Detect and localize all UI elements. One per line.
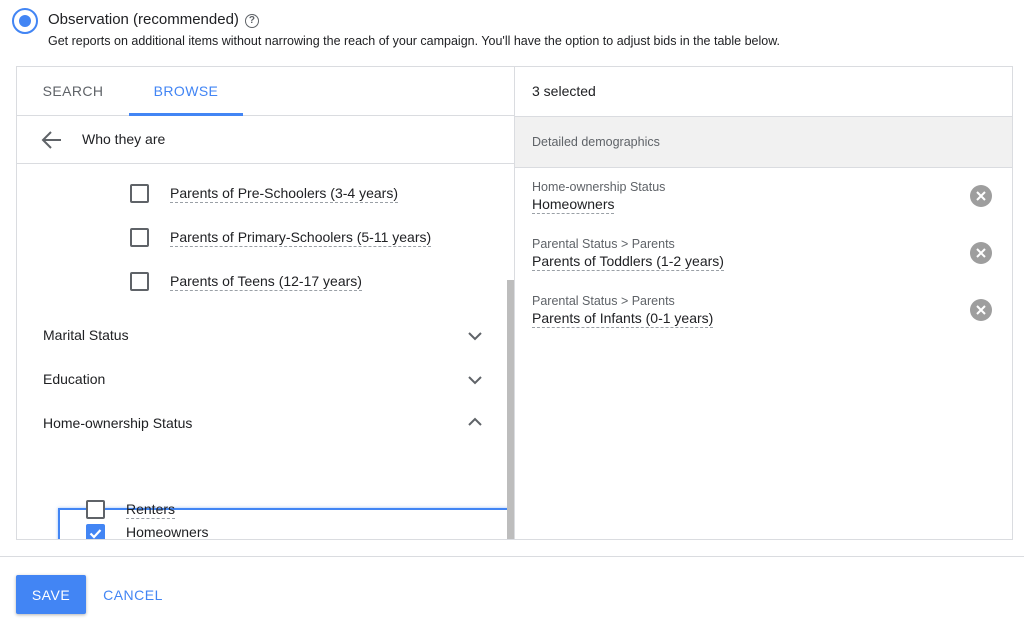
chevron-up-icon[interactable]	[467, 417, 483, 427]
browse-pane: SEARCH BROWSE Who they are Parents of Pr…	[17, 67, 515, 539]
category-list: Parents of Pre-Schoolers (3-4 years) Par…	[17, 165, 507, 539]
help-icon[interactable]: ?	[244, 14, 259, 28]
checkbox-renters[interactable]	[86, 500, 105, 519]
targeting-panel: SEARCH BROWSE Who they are Parents of Pr…	[16, 66, 1013, 540]
selected-item: Parental Status > Parents Parents of Tod…	[532, 237, 992, 282]
list-item-label[interactable]: Parents of Teens (12-17 years)	[170, 273, 362, 291]
checkbox-pre-schoolers[interactable]	[130, 184, 149, 203]
selected-count: 3 selected	[532, 83, 596, 99]
checkbox-teens[interactable]	[130, 272, 149, 291]
audience-editor: Observation (recommended)? Get reports o…	[0, 0, 1024, 629]
tab-search[interactable]: SEARCH	[31, 67, 115, 115]
selected-item-value: Parents of Toddlers (1-2 years)	[532, 253, 724, 271]
remove-icon[interactable]	[970, 185, 992, 207]
breadcrumb-label: Who they are	[82, 131, 166, 147]
chevron-down-icon[interactable]	[467, 331, 483, 341]
save-button[interactable]: SAVE	[16, 575, 86, 614]
checkbox-homeowners[interactable]	[86, 524, 105, 539]
list-item-label[interactable]: Renters	[126, 501, 176, 519]
selected-group-header: Detailed demographics	[515, 116, 1012, 168]
section-home-ownership[interactable]: Home-ownership Status	[43, 415, 192, 431]
selected-item-category: Home-ownership Status	[532, 180, 666, 194]
selected-item: Home-ownership Status Homeowners	[532, 180, 992, 225]
list-item-label[interactable]: Parents of Primary-Schoolers (5-11 years…	[170, 229, 432, 247]
list-item-label[interactable]: Parents of Pre-Schoolers (3-4 years)	[170, 185, 398, 203]
selected-pane: 3 selected Detailed demographics Home-ow…	[515, 67, 1012, 539]
selected-item: Parental Status > Parents Parents of Inf…	[532, 294, 992, 339]
section-education[interactable]: Education	[43, 371, 105, 387]
remove-icon[interactable]	[970, 242, 992, 264]
divider	[0, 556, 1024, 557]
selected-item-category: Parental Status > Parents	[532, 294, 675, 308]
cancel-button[interactable]: CANCEL	[95, 575, 171, 614]
observation-radio[interactable]	[12, 8, 38, 34]
remove-icon[interactable]	[970, 299, 992, 321]
selected-item-value: Homeowners	[532, 196, 615, 214]
section-marital-status[interactable]: Marital Status	[43, 327, 129, 343]
tab-bar: SEARCH BROWSE	[17, 67, 514, 116]
observation-title: Observation (recommended)?	[48, 11, 259, 28]
tab-browse[interactable]: BROWSE	[129, 67, 243, 116]
list-item-label[interactable]: Homeowners	[126, 524, 208, 539]
selected-item-category: Parental Status > Parents	[532, 237, 675, 251]
observation-description: Get reports on additional items without …	[48, 34, 781, 48]
breadcrumb[interactable]: Who they are	[17, 116, 514, 164]
chevron-down-icon[interactable]	[467, 375, 483, 385]
checkbox-primary-schoolers[interactable]	[130, 228, 149, 247]
selected-item-value: Parents of Infants (0-1 years)	[532, 310, 714, 328]
arrow-left-icon[interactable]	[41, 130, 63, 150]
scrollbar-thumb[interactable]	[507, 280, 514, 539]
check-icon	[89, 529, 102, 539]
